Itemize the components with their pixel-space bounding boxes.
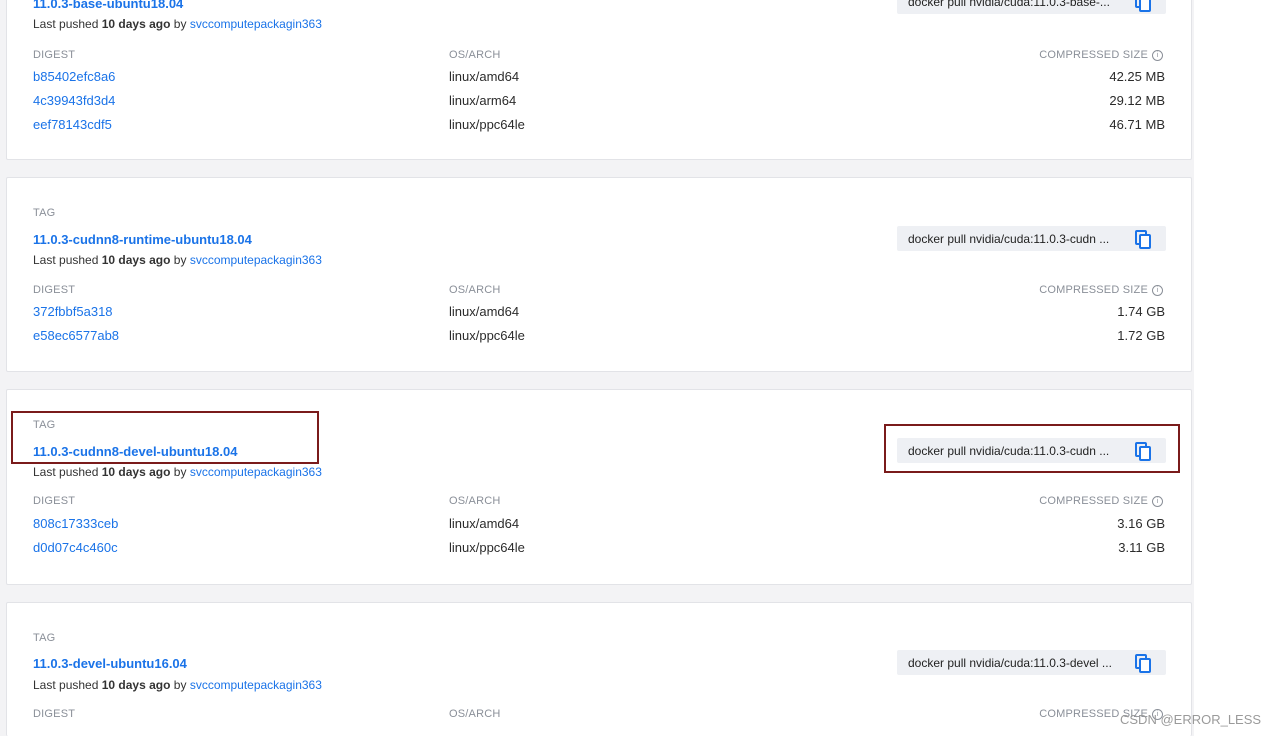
digest-column-header: DIGEST — [33, 284, 75, 296]
os-arch-value: linux/amd64 — [449, 69, 519, 84]
watermark: CSDN @ERROR_LESS — [1120, 712, 1261, 727]
pull-command-text: docker pull nvidia/cuda:11.0.3-base-... — [908, 0, 1110, 9]
copy-icon[interactable] — [1133, 0, 1153, 12]
size-column-header: COMPRESSED SIZEi — [1023, 49, 1163, 61]
size-column-header: COMPRESSED SIZEi — [1023, 284, 1163, 296]
osarch-column-header: OS/ARCH — [449, 49, 501, 61]
osarch-column-header: OS/ARCH — [449, 284, 501, 296]
pull-command-text: docker pull nvidia/cuda:11.0.3-devel ... — [908, 656, 1112, 670]
os-arch-value: linux/ppc64le — [449, 540, 525, 555]
tag-label: TAG — [33, 207, 55, 219]
os-arch-value: linux/arm64 — [449, 93, 516, 108]
size-column-header: COMPRESSED SIZEi — [1023, 495, 1163, 507]
compressed-size-value: 29.12 MB — [1045, 93, 1165, 108]
pusher-link[interactable]: svccomputepackagin363 — [190, 253, 322, 267]
pull-command-box: docker pull nvidia/cuda:11.0.3-base-... — [897, 0, 1166, 14]
info-icon[interactable]: i — [1152, 496, 1163, 507]
os-arch-value: linux/amd64 — [449, 516, 519, 531]
digest-link[interactable]: eef78143cdf5 — [33, 117, 112, 132]
compressed-size-value: 1.72 GB — [1045, 328, 1165, 343]
digest-column-header: DIGEST — [33, 495, 75, 507]
compressed-size-value: 42.25 MB — [1045, 69, 1165, 84]
last-pushed-info: Last pushed 10 days ago by svccomputepac… — [33, 465, 322, 479]
pusher-link[interactable]: svccomputepackagin363 — [190, 465, 322, 479]
tag-card: 11.0.3-base-ubuntu18.04 Last pushed 10 d… — [6, 0, 1192, 160]
last-pushed-info: Last pushed 10 days ago by svccomputepac… — [33, 17, 322, 31]
tags-page: 11.0.3-base-ubuntu18.04 Last pushed 10 d… — [0, 0, 1194, 736]
tag-link[interactable]: 11.0.3-devel-ubuntu16.04 — [33, 656, 187, 671]
page-margin — [1194, 0, 1280, 736]
last-pushed-info: Last pushed 10 days ago by svccomputepac… — [33, 678, 322, 692]
info-icon[interactable]: i — [1152, 50, 1163, 61]
pull-command-text: docker pull nvidia/cuda:11.0.3-cudn ... — [908, 232, 1109, 246]
digest-link[interactable]: e58ec6577ab8 — [33, 328, 119, 343]
tag-card: TAG 11.0.3-cudnn8-runtime-ubuntu18.04 La… — [6, 177, 1192, 372]
pull-command-highlight-box — [884, 424, 1180, 473]
pull-command-box: docker pull nvidia/cuda:11.0.3-cudn ... — [897, 226, 1166, 251]
pusher-link[interactable]: svccomputepackagin363 — [190, 678, 322, 692]
digest-column-header: DIGEST — [33, 708, 75, 720]
digest-link[interactable]: b85402efc8a6 — [33, 69, 115, 84]
os-arch-value: linux/amd64 — [449, 304, 519, 319]
digest-link[interactable]: 4c39943fd3d4 — [33, 93, 115, 108]
digest-column-header: DIGEST — [33, 49, 75, 61]
tag-link[interactable]: 11.0.3-base-ubuntu18.04 — [33, 0, 183, 11]
os-arch-value: linux/ppc64le — [449, 117, 525, 132]
pusher-link[interactable]: svccomputepackagin363 — [190, 17, 322, 31]
tag-link[interactable]: 11.0.3-cudnn8-runtime-ubuntu18.04 — [33, 232, 252, 247]
pull-command-box: docker pull nvidia/cuda:11.0.3-devel ... — [897, 650, 1166, 675]
info-icon[interactable]: i — [1152, 285, 1163, 296]
digest-link[interactable]: 372fbbf5a318 — [33, 304, 113, 319]
compressed-size-value: 1.74 GB — [1045, 304, 1165, 319]
digest-link[interactable]: 808c17333ceb — [33, 516, 118, 531]
compressed-size-value: 3.11 GB — [1045, 540, 1165, 555]
tag-card: TAG 11.0.3-devel-ubuntu16.04 Last pushed… — [6, 602, 1192, 736]
last-pushed-info: Last pushed 10 days ago by svccomputepac… — [33, 253, 322, 267]
tag-label: TAG — [33, 632, 55, 644]
compressed-size-value: 46.71 MB — [1045, 117, 1165, 132]
copy-icon[interactable] — [1133, 653, 1153, 673]
digest-link[interactable]: d0d07c4c460c — [33, 540, 118, 555]
os-arch-value: linux/ppc64le — [449, 328, 525, 343]
osarch-column-header: OS/ARCH — [449, 495, 501, 507]
compressed-size-value: 3.16 GB — [1045, 516, 1165, 531]
osarch-column-header: OS/ARCH — [449, 708, 501, 720]
tag-highlight-box — [11, 411, 319, 464]
copy-icon[interactable] — [1133, 229, 1153, 249]
